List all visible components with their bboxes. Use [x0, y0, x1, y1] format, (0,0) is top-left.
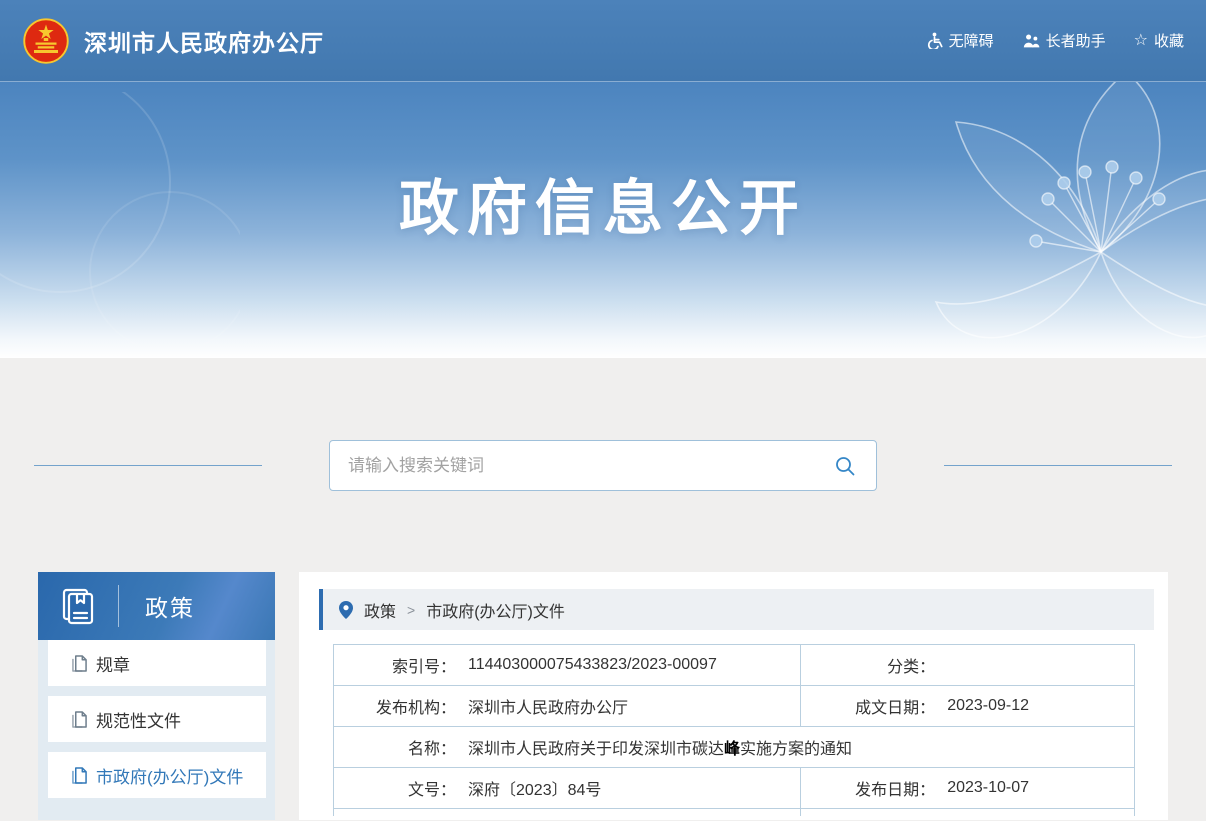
written-date-value: 2023-09-12 [947, 697, 1029, 715]
elder-assist-link[interactable]: 长者助手 [1022, 30, 1106, 51]
issuing-agency-cell: 发布机构： 深圳市人民政府办公厅 [334, 686, 801, 726]
table-row: 名称： 深圳市人民政府关于印发深圳市碳达峰实施方案的通知 [334, 727, 1134, 768]
table-row: 索引号： 114403000075433823/2023-00097 分类： [334, 645, 1134, 686]
search-input[interactable] [348, 456, 832, 476]
breadcrumb-separator: > [407, 602, 415, 618]
written-date-label: 成文日期： [801, 694, 935, 718]
publish-date-value: 2023-10-07 [947, 779, 1029, 797]
sidebar-item-normative-documents[interactable]: 规范性文件 [48, 696, 266, 742]
national-emblem-logo [22, 17, 70, 65]
document-name-cell: 名称： 深圳市人民政府关于印发深圳市碳达峰实施方案的通知 [334, 727, 1134, 767]
category-cell: 分类： [801, 645, 1134, 685]
issuing-agency-value: 深圳市人民政府办公厅 [468, 694, 628, 718]
page-banner: 政府信息公开 [0, 82, 1206, 358]
document-name-post: 实施方案的通知 [740, 741, 852, 758]
sidebar-item-label: 规范性文件 [96, 707, 181, 732]
site-title: 深圳市人民政府办公厅 [84, 24, 324, 58]
written-date-cell: 成文日期： 2023-09-12 [801, 686, 1134, 726]
sidebar-item-municipal-gov-documents[interactable]: 市政府(办公厅)文件 [48, 752, 266, 798]
sidebar: 政策 规章 规范性文件 市政府(办公厅)文件 [38, 572, 275, 820]
search-button[interactable] [832, 453, 858, 479]
topbar-links: 无障碍 长者助手 ☆ 收藏 [926, 30, 1184, 51]
document-number-label: 文号： [334, 776, 456, 800]
accessibility-icon [926, 32, 943, 49]
location-pin-icon [339, 601, 353, 619]
favorite-link[interactable]: ☆ 收藏 [1134, 30, 1184, 51]
sidebar-header-divider [118, 585, 119, 627]
category-label: 分类： [801, 653, 935, 677]
accessibility-link[interactable]: 无障碍 [926, 30, 994, 51]
breadcrumb-item-policy[interactable]: 政策 [364, 598, 396, 622]
main-panel: 政策 > 市政府(办公厅)文件 索引号： 114403000075433823/… [299, 572, 1168, 820]
table-row: 发布机构： 深圳市人民政府办公厅 成文日期： 2023-09-12 [334, 686, 1134, 727]
search-icon [834, 455, 856, 477]
issuing-agency-label: 发布机构： [334, 694, 456, 718]
search-row [0, 358, 1206, 491]
document-icon [72, 711, 87, 728]
document-number-value: 深府〔2023〕84号 [468, 776, 601, 800]
publish-date-cell: 发布日期： 2023-10-07 [801, 768, 1134, 808]
table-row: 文号： 深府〔2023〕84号 发布日期： 2023-10-07 [334, 768, 1134, 809]
document-icon [72, 767, 87, 784]
policy-book-icon [58, 586, 98, 626]
elder-assist-icon [1022, 33, 1040, 49]
star-icon: ☆ [1134, 33, 1148, 49]
publish-date-label: 发布日期： [801, 776, 935, 800]
document-name-value: 深圳市人民政府关于印发深圳市碳达峰实施方案的通知 [468, 735, 852, 759]
table-row-partial [334, 809, 1134, 816]
index-number-value: 114403000075433823/2023-00097 [468, 656, 717, 674]
document-icon [72, 655, 87, 672]
sidebar-item-regulations[interactable]: 规章 [48, 640, 266, 686]
page-title: 政府信息公开 [0, 82, 1206, 247]
sidebar-header: 政策 [38, 572, 275, 640]
content-area: 政策 规章 规范性文件 市政府(办公厅)文件 [0, 572, 1206, 820]
decorative-line-left [34, 465, 262, 466]
decorative-line-right [944, 465, 1172, 466]
index-number-label: 索引号： [334, 653, 456, 677]
document-info-table: 索引号： 114403000075433823/2023-00097 分类： 发… [333, 644, 1135, 816]
partial-cell [334, 809, 801, 816]
elder-assist-label: 长者助手 [1046, 30, 1106, 51]
index-number-cell: 索引号： 114403000075433823/2023-00097 [334, 645, 801, 685]
top-bar: 深圳市人民政府办公厅 无障碍 长者助手 ☆ 收藏 [0, 0, 1206, 82]
accessibility-label: 无障碍 [949, 30, 994, 51]
partial-cell [801, 809, 1134, 816]
search-box [329, 440, 877, 491]
breadcrumb-item-current: 市政府(办公厅)文件 [426, 598, 565, 622]
document-name-highlight: 峰 [724, 741, 740, 758]
sidebar-item-label: 市政府(办公厅)文件 [96, 763, 243, 788]
sidebar-item-label: 规章 [96, 651, 130, 676]
document-name-pre: 深圳市人民政府关于印发深圳市碳达 [468, 741, 724, 758]
sidebar-header-title: 政策 [145, 589, 195, 623]
document-name-label: 名称： [334, 735, 456, 759]
document-number-cell: 文号： 深府〔2023〕84号 [334, 768, 801, 808]
favorite-label: 收藏 [1154, 30, 1184, 51]
breadcrumb: 政策 > 市政府(办公厅)文件 [319, 589, 1154, 630]
